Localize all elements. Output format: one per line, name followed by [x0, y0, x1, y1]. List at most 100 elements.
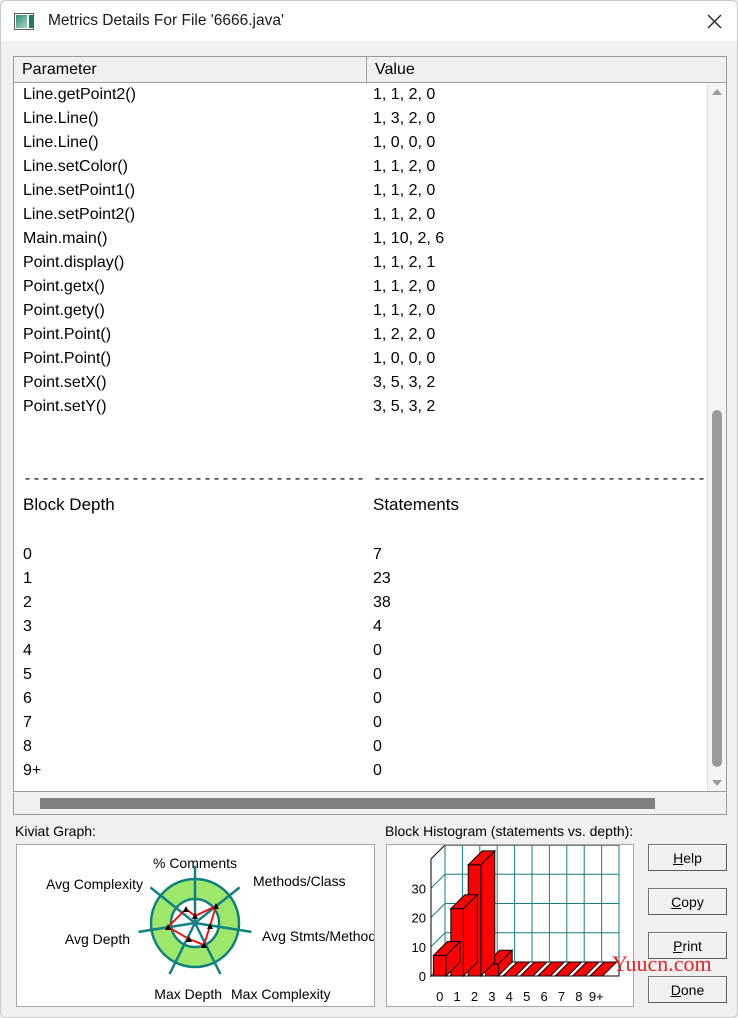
table-row[interactable]: Point.Point() 1, 0, 0, 0	[14, 347, 707, 371]
table-row[interactable]: Point.display() 1, 1, 2, 1	[14, 251, 707, 275]
cell-statements: 0	[373, 642, 382, 659]
depth-row[interactable]: 9+ 0	[14, 759, 707, 783]
table-row[interactable]: Point.setY() 3, 5, 3, 2	[14, 395, 707, 419]
vertical-scrollbar[interactable]	[707, 83, 726, 791]
cell-depth: 9+	[23, 762, 42, 779]
help-button-mnemonic: H	[673, 849, 684, 866]
cell-parameter: Point.getx()	[23, 278, 105, 295]
close-icon[interactable]	[691, 1, 737, 41]
done-button[interactable]: Done	[648, 976, 727, 1003]
column-header-value[interactable]: Value	[367, 57, 706, 82]
cell-depth: 1	[23, 570, 32, 587]
depth-row[interactable]: 34	[14, 615, 707, 639]
kiviat-graph-panel[interactable]: % Comments Methods/Class Avg Stmts/Metho…	[16, 844, 375, 1007]
cell-parameter: Point.Point()	[23, 326, 112, 343]
table-row[interactable]: Line.setPoint1() 1, 1, 2, 0	[14, 179, 707, 203]
depth-row[interactable]: 07	[14, 543, 707, 567]
cell-parameter: Point.display()	[23, 254, 125, 271]
cell-value: 1, 1, 2, 0	[373, 278, 436, 295]
histogram-y-tick: 20	[412, 911, 426, 926]
separator-left: ----------------------------------------…	[14, 787, 367, 792]
cell-value: 1, 0, 0, 0	[373, 134, 436, 151]
cell-parameter: Point.setY()	[23, 398, 107, 415]
block-histogram-panel[interactable]: 0 10 20 30 9+ 8 7 6 5 4 3 2 1 0	[386, 844, 634, 1007]
table-header-row: Parameter Value	[14, 57, 726, 83]
cell-parameter: Point.Point()	[23, 350, 112, 367]
block-histogram-svg: 01020309+876543210	[412, 845, 620, 1004]
histogram-y-tick: 0	[419, 969, 426, 984]
horizontal-scrollbar-thumb[interactable]	[40, 798, 655, 809]
scroll-down-icon[interactable]	[708, 774, 726, 791]
section-separator-bottom: ----------------------------------------…	[14, 783, 707, 792]
table-spacer	[14, 419, 707, 443]
cell-statements: 0	[373, 690, 382, 707]
cell-statements: 38	[373, 594, 391, 611]
cell-statements: 7	[373, 546, 382, 563]
title-bar: Metrics Details For File '6666.java'	[1, 1, 737, 41]
histogram-x-tick: 0	[436, 989, 443, 1004]
window-title: Metrics Details For File '6666.java'	[48, 12, 284, 29]
depth-row[interactable]: 1 23	[14, 567, 707, 591]
table-row[interactable]: Line.setColor() 1, 1, 2, 0	[14, 155, 707, 179]
separator-right: ----------------------------------------…	[373, 470, 707, 488]
cell-statements: 0	[373, 714, 382, 731]
window-metrics-icon	[14, 12, 34, 30]
kiviat-axis-label-4: Max Depth	[154, 986, 222, 1002]
cell-value: 1, 1, 2, 0	[373, 86, 436, 103]
table-spacer	[14, 519, 707, 543]
cell-value: 1, 1, 2, 0	[373, 158, 436, 175]
table-row[interactable]: Main.main() 1, 10, 2, 6	[14, 227, 707, 251]
cell-parameter: Line.setColor()	[23, 158, 128, 175]
table-row[interactable]: Line.Line() 1, 0, 0, 0	[14, 131, 707, 155]
histogram-x-tick: 7	[558, 989, 565, 1004]
section-header-block-depth: Block Depth	[23, 495, 115, 514]
done-button-mnemonic: D	[670, 981, 681, 998]
depth-row[interactable]: 60	[14, 687, 707, 711]
horizontal-scrollbar[interactable]	[13, 793, 727, 815]
cell-depth: 6	[23, 690, 32, 707]
kiviat-axis-label-2: Avg Stmts/Method	[262, 928, 374, 944]
cell-depth: 8	[23, 738, 32, 755]
table-row[interactable]: Point.getx() 1, 1, 2, 0	[14, 275, 707, 299]
table-row[interactable]: Line.Line() 1, 3, 2, 0	[14, 107, 707, 131]
cell-value: 1, 1, 2, 1	[373, 254, 436, 271]
cell-depth: 2	[23, 594, 32, 611]
cell-depth: 3	[23, 618, 32, 635]
table-row[interactable]: Line.getPoint2() 1, 1, 2, 0	[14, 83, 707, 107]
cell-value: 1, 1, 2, 0	[373, 182, 436, 199]
kiviat-graph-svg: % Comments Methods/Class Avg Stmts/Metho…	[46, 855, 374, 1002]
cell-depth: 5	[23, 666, 32, 683]
depth-row[interactable]: 40	[14, 639, 707, 663]
histogram-x-tick: 9+	[589, 989, 604, 1004]
depth-row[interactable]: 2 38	[14, 591, 707, 615]
vertical-scrollbar-thumb[interactable]	[712, 410, 722, 767]
table-row[interactable]: Point.Point() 1, 2, 2, 0	[14, 323, 707, 347]
cell-value: 3, 5, 3, 2	[373, 374, 436, 391]
section-header-row: Block Depth Statements	[14, 491, 707, 519]
kiviat-axis-label-5: Avg Depth	[65, 931, 130, 947]
table-row[interactable]: Point.gety() 1, 1, 2, 0	[14, 299, 707, 323]
cell-value: 1, 1, 2, 0	[373, 206, 436, 223]
print-button[interactable]: Print	[648, 932, 727, 959]
histogram-x-tick: 3	[488, 989, 495, 1004]
cell-parameter: Main.main()	[23, 230, 108, 247]
cell-depth: 0	[23, 546, 32, 563]
done-button-label: one	[680, 981, 705, 998]
separator-left: ----------------------------------------…	[23, 470, 367, 488]
cell-value: 3, 5, 3, 2	[373, 398, 436, 415]
cell-value: 1, 1, 2, 0	[373, 302, 436, 319]
depth-row[interactable]: 50	[14, 663, 707, 687]
cell-value: 1, 10, 2, 6	[373, 230, 445, 247]
column-header-parameter[interactable]: Parameter	[14, 57, 367, 82]
histogram-x-tick: 5	[523, 989, 530, 1004]
cell-parameter: Point.gety()	[23, 302, 105, 319]
cell-value: 1, 2, 2, 0	[373, 326, 436, 343]
scroll-up-icon[interactable]	[708, 83, 726, 101]
table-row[interactable]: Line.setPoint2() 1, 1, 2, 0	[14, 203, 707, 227]
copy-button[interactable]: Copy	[648, 888, 727, 915]
table-spacer	[14, 443, 707, 467]
help-button[interactable]: Help	[648, 844, 727, 871]
depth-row[interactable]: 70	[14, 711, 707, 735]
depth-row[interactable]: 80	[14, 735, 707, 759]
table-row[interactable]: Point.setX() 3, 5, 3, 2	[14, 371, 707, 395]
